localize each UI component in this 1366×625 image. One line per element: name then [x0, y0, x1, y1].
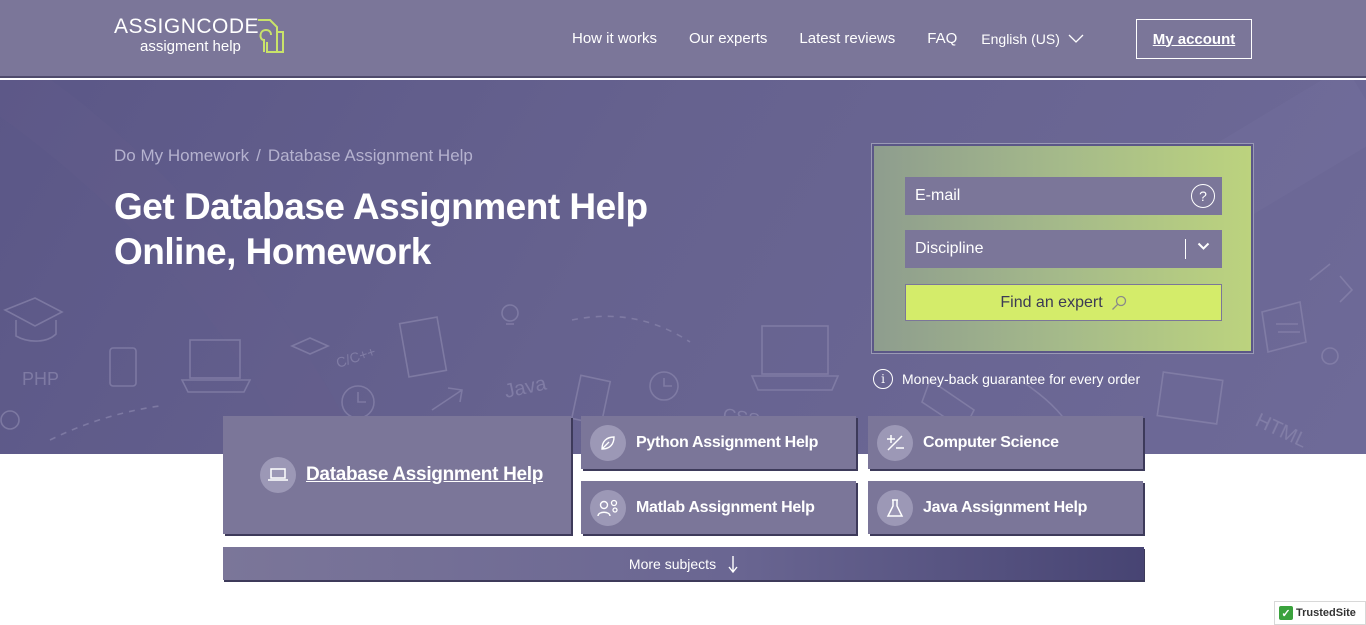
laptop-icon	[260, 457, 296, 493]
main-nav: How it works Our experts Latest reviews …	[572, 30, 1084, 47]
order-form: E-mail ? Discipline Find an expert	[872, 144, 1253, 353]
arrow-down-icon	[728, 555, 738, 573]
money-back-note: i Money-back guarantee for every order	[873, 369, 1140, 389]
nav-latest-reviews[interactable]: Latest reviews	[799, 30, 895, 47]
subject-label-java: Java Assignment Help	[923, 498, 1088, 516]
subject-card-computer-science[interactable]: Computer Science	[868, 416, 1143, 469]
language-selector[interactable]: English (US)	[981, 31, 1084, 47]
site-logo[interactable]: ASSIGNCODE assigment help	[114, 15, 284, 55]
subject-label-database: Database Assignment Help	[306, 464, 544, 485]
breadcrumb: Do My Homework / Database Assignment Hel…	[114, 146, 473, 166]
plus-minus-icon	[877, 424, 913, 461]
guarantee-text: Money-back guarantee for every order	[902, 371, 1141, 387]
logo-title: ASSIGNCODE	[114, 15, 260, 38]
breadcrumb-separator: /	[256, 146, 261, 165]
breadcrumb-home[interactable]: Do My Homework	[114, 146, 249, 166]
doodle-html: HTML	[1252, 410, 1311, 453]
find-expert-button[interactable]: Find an expert	[905, 284, 1222, 321]
discipline-select[interactable]: Discipline	[905, 230, 1222, 268]
language-label: English (US)	[981, 30, 1060, 47]
email-placeholder: E-mail	[915, 187, 961, 204]
trustedsite-badge[interactable]: ✓ TrustedSite	[1274, 601, 1366, 625]
page-title: Get Database Assignment Help Online, Hom…	[114, 186, 648, 272]
trustedsite-label: TrustedSite	[1296, 607, 1356, 619]
nav-our-experts[interactable]: Our experts	[689, 30, 767, 47]
matlab-icon	[590, 489, 626, 526]
subject-card-python[interactable]: Python Assignment Help	[581, 416, 856, 469]
subject-label-computer-science: Computer Science	[923, 433, 1059, 451]
subject-label-python: Python Assignment Help	[636, 433, 819, 451]
subject-card-java[interactable]: Java Assignment Help	[868, 481, 1143, 534]
nav-faq[interactable]: FAQ	[927, 30, 957, 47]
help-icon[interactable]: ?	[1191, 184, 1215, 208]
subject-card-matlab[interactable]: Matlab Assignment Help	[581, 481, 856, 534]
nav-how-it-works[interactable]: How it works	[572, 30, 657, 47]
leaf-icon	[590, 424, 626, 461]
doodle-php: PHP	[22, 369, 59, 389]
logo-mark-icon	[258, 19, 284, 53]
search-icon	[1111, 295, 1126, 310]
email-field[interactable]: E-mail ?	[905, 177, 1222, 215]
subject-card-database[interactable]: Database Assignment Help	[223, 416, 571, 534]
info-icon: i	[873, 369, 893, 389]
doodle-cpp: C/C++	[334, 343, 377, 371]
site-header: ASSIGNCODE assigment help How it works O…	[0, 0, 1366, 78]
my-account-button[interactable]: My account	[1136, 19, 1252, 59]
chevron-down-icon	[1197, 242, 1210, 250]
more-subjects-label: More subjects	[628, 555, 717, 572]
doodle-java: Java	[502, 372, 549, 402]
more-subjects-button[interactable]: More subjects	[223, 547, 1144, 580]
subject-label-matlab: Matlab Assignment Help	[636, 498, 815, 516]
flask-icon	[877, 489, 913, 526]
select-divider	[1185, 239, 1186, 259]
chevron-down-icon	[1068, 34, 1084, 43]
find-expert-label: Find an expert	[1000, 293, 1103, 311]
breadcrumb-current: Database Assignment Help	[267, 146, 473, 165]
logo-subtitle: assigment help	[140, 38, 241, 55]
discipline-label: Discipline	[915, 240, 984, 257]
check-icon: ✓	[1279, 606, 1293, 620]
